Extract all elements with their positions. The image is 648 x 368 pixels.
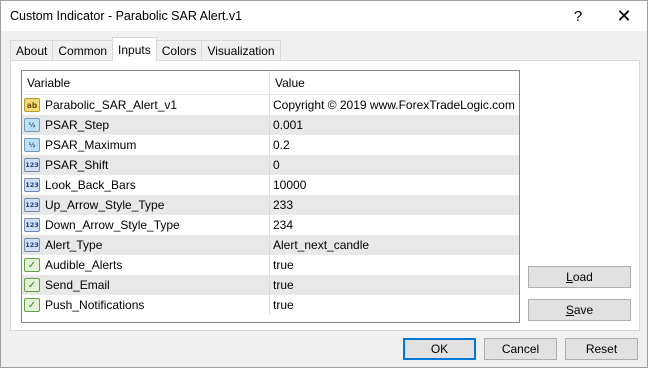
close-icon: ✕ — [616, 5, 632, 26]
variable-name: Up_Arrow_Style_Type — [45, 198, 165, 212]
string-type-icon: ab — [24, 98, 40, 112]
tab-about[interactable]: About — [10, 40, 54, 61]
value-cell[interactable]: true — [270, 275, 519, 295]
variable-name: Look_Back_Bars — [45, 178, 136, 192]
table-row[interactable]: ½ PSAR_Maximum 0.2 — [22, 135, 519, 155]
table-row[interactable]: 123 Up_Arrow_Style_Type 233 — [22, 195, 519, 215]
double-type-icon: ½ — [24, 138, 40, 152]
value-cell[interactable]: true — [270, 295, 519, 315]
custom-indicator-dialog: Custom Indicator - Parabolic SAR Alert.v… — [0, 0, 648, 368]
variable-name: Send_Email — [45, 278, 110, 292]
value-cell[interactable]: Alert_next_candle — [270, 235, 519, 255]
tab-inputs[interactable]: Inputs — [112, 37, 157, 61]
table-row[interactable]: 123 PSAR_Shift 0 — [22, 155, 519, 175]
integer-type-icon: 123 — [24, 218, 40, 232]
table-row[interactable]: ✓ Audible_Alerts true — [22, 255, 519, 275]
inputs-grid: Variable Value ab Parabolic_SAR_Alert_v1 C… — [21, 70, 520, 323]
load-mnemonic: L — [566, 270, 573, 284]
save-label: ave — [573, 303, 594, 317]
table-row[interactable]: ✓ Send_Email true — [22, 275, 519, 295]
variable-name: PSAR_Step — [45, 118, 110, 132]
integer-type-icon: 123 — [24, 238, 40, 252]
save-button[interactable]: Save — [528, 299, 631, 321]
table-row[interactable]: 123 Look_Back_Bars 10000 — [22, 175, 519, 195]
ok-button[interactable]: OK — [403, 338, 476, 360]
variable-name: PSAR_Shift — [45, 158, 109, 172]
variable-name: PSAR_Maximum — [45, 138, 137, 152]
tab-strip: About Common Inputs Colors Visualization — [10, 37, 281, 61]
integer-type-icon: 123 — [24, 198, 40, 212]
value-cell[interactable]: 10000 — [270, 175, 519, 195]
variable-name: Alert_Type — [45, 238, 103, 252]
value-cell[interactable]: true — [270, 255, 519, 275]
variable-cell: ✓ Audible_Alerts — [22, 255, 270, 275]
variable-cell: ✓ Send_Email — [22, 275, 270, 295]
table-row[interactable]: 123 Down_Arrow_Style_Type 234 — [22, 215, 519, 235]
value-cell[interactable]: 0 — [270, 155, 519, 175]
variable-cell: 123 Alert_Type — [22, 235, 270, 255]
window-title: Custom Indicator - Parabolic SAR Alert.v… — [10, 9, 243, 23]
value-cell[interactable]: 0.001 — [270, 115, 519, 135]
load-label: oad — [572, 270, 593, 284]
variable-cell: ½ PSAR_Step — [22, 115, 270, 135]
boolean-type-icon: ✓ — [24, 278, 40, 292]
variable-cell: 123 Up_Arrow_Style_Type — [22, 195, 270, 215]
help-icon: ? — [573, 7, 583, 25]
boolean-type-icon: ✓ — [24, 298, 40, 312]
table-row[interactable]: ½ PSAR_Step 0.001 — [22, 115, 519, 135]
variable-cell: ab Parabolic_SAR_Alert_v1 — [22, 95, 270, 115]
variable-name: Down_Arrow_Style_Type — [45, 218, 180, 232]
tab-visualization[interactable]: Visualization — [201, 40, 281, 61]
variable-cell: 123 PSAR_Shift — [22, 155, 270, 175]
help-button[interactable]: ? — [555, 1, 601, 31]
column-header-value[interactable]: Value — [270, 71, 519, 94]
variable-name: Parabolic_SAR_Alert_v1 — [45, 98, 178, 112]
integer-type-icon: 123 — [24, 178, 40, 192]
cancel-button[interactable]: Cancel — [484, 338, 557, 360]
table-row[interactable]: 123 Alert_Type Alert_next_candle — [22, 235, 519, 255]
variable-cell: 123 Down_Arrow_Style_Type — [22, 215, 270, 235]
boolean-type-icon: ✓ — [24, 258, 40, 272]
value-cell[interactable]: Copyright © 2019 www.ForexTradeLogic.com — [270, 95, 519, 115]
tab-colors[interactable]: Colors — [155, 40, 203, 61]
value-cell[interactable]: 0.2 — [270, 135, 519, 155]
value-cell[interactable]: 233 — [270, 195, 519, 215]
double-type-icon: ½ — [24, 118, 40, 132]
variable-name: Audible_Alerts — [45, 258, 123, 272]
grid-rows: ab Parabolic_SAR_Alert_v1 Copyright © 2019… — [22, 95, 519, 315]
variable-cell: ✓ Push_Notifications — [22, 295, 270, 315]
variable-cell: 123 Look_Back_Bars — [22, 175, 270, 195]
grid-header: Variable Value — [22, 71, 519, 95]
inputs-tab-panel: Variable Value ab Parabolic_SAR_Alert_v1 C… — [10, 60, 640, 331]
column-header-variable[interactable]: Variable — [22, 71, 270, 94]
value-cell[interactable]: 234 — [270, 215, 519, 235]
save-mnemonic: S — [565, 303, 574, 317]
close-button[interactable]: ✕ — [601, 1, 647, 31]
title-bar: Custom Indicator - Parabolic SAR Alert.v… — [1, 1, 647, 31]
table-row[interactable]: ✓ Push_Notifications true — [22, 295, 519, 315]
variable-cell: ½ PSAR_Maximum — [22, 135, 270, 155]
reset-button[interactable]: Reset — [565, 338, 638, 360]
table-row[interactable]: ab Parabolic_SAR_Alert_v1 Copyright © 2019… — [22, 95, 519, 115]
tab-common[interactable]: Common — [52, 40, 114, 61]
integer-type-icon: 123 — [24, 158, 40, 172]
load-button[interactable]: Load — [528, 266, 631, 288]
variable-name: Push_Notifications — [45, 298, 145, 312]
